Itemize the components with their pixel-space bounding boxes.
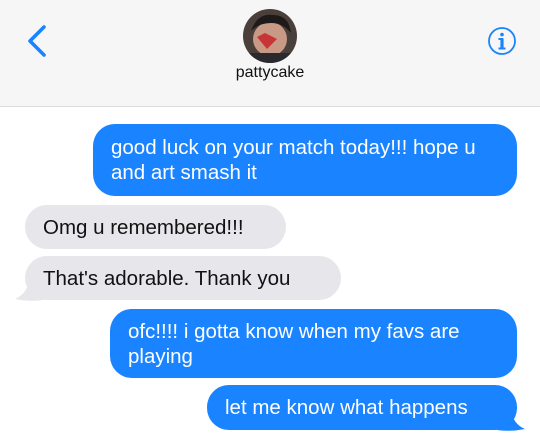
message-bubble[interactable]: Omg u remembered!!! (25, 205, 286, 249)
message-bubble[interactable]: That's adorable. Thank you (25, 256, 341, 300)
profile-photo (243, 9, 297, 63)
message-bubble[interactable]: let me know what happens (207, 385, 517, 430)
message-text: That's adorable. Thank you (43, 266, 291, 290)
conversation-header: pattycake (0, 0, 540, 107)
bubble-tail (497, 408, 525, 431)
message-bubble[interactable]: ofc!!!! i gotta know when my favs are pl… (110, 309, 517, 378)
message-text: let me know what happens (225, 396, 468, 419)
message-text: good luck on your match today!!! hope u … (111, 136, 476, 184)
info-icon[interactable] (487, 26, 517, 56)
chevron-left-icon[interactable] (22, 24, 52, 58)
message-bubble[interactable]: good luck on your match today!!! hope u … (93, 124, 517, 196)
bubble-tail (15, 278, 43, 301)
message-text: ofc!!!! i gotta know when my favs are pl… (128, 319, 460, 368)
message-text: Omg u remembered!!! (43, 215, 244, 239)
avatar[interactable] (243, 9, 297, 63)
contact-name[interactable]: pattycake (0, 64, 540, 82)
